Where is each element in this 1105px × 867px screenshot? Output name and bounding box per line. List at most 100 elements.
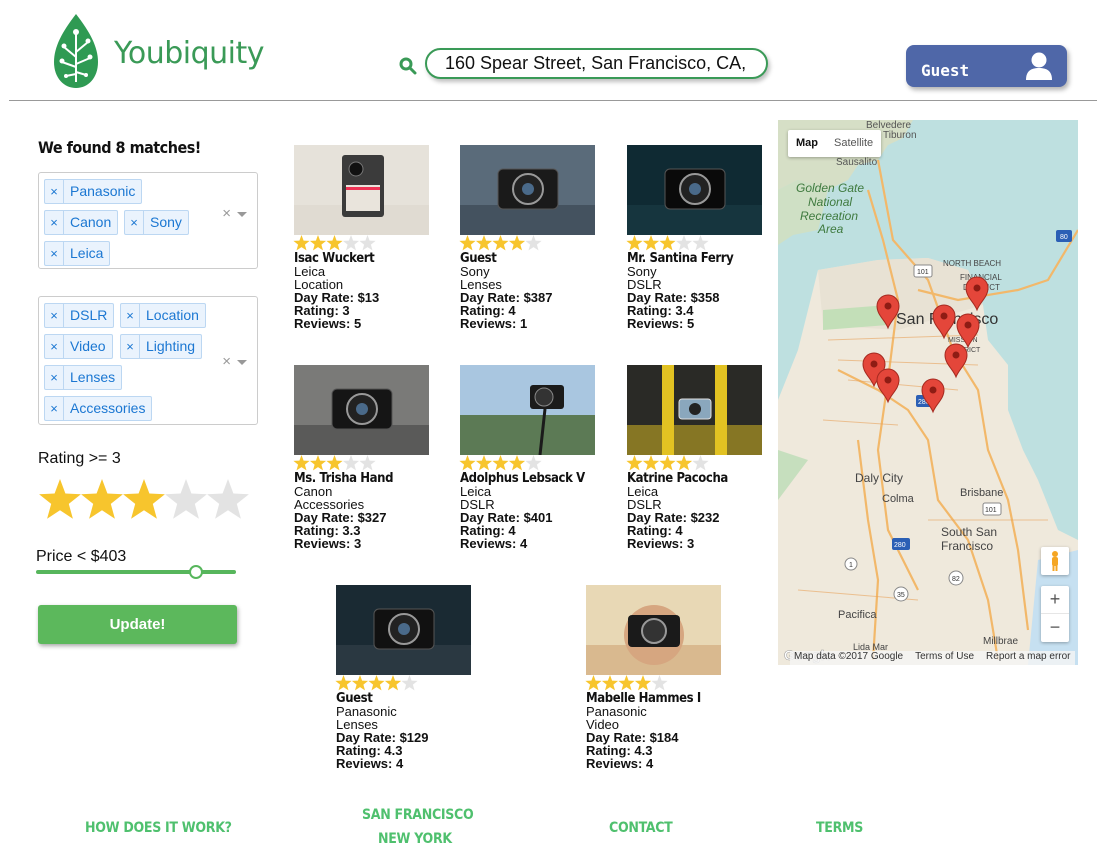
footer-san-francisco-link[interactable]: SAN FRANCISCO (362, 807, 474, 823)
listing-rating-stars (459, 235, 542, 251)
footer-how-it-works-link[interactable]: HOW DOES IT WORK? (85, 820, 232, 836)
listing-photo[interactable] (627, 365, 762, 455)
price-slider-handle[interactable] (189, 565, 203, 579)
rating-filter-stars[interactable] (38, 478, 250, 524)
star-filled-icon[interactable] (81, 479, 123, 519)
listing-card[interactable]: Ms. Trisha Hand Canon Accessories Day Ra… (293, 365, 434, 550)
star-filled-icon (335, 675, 352, 691)
svg-text:80: 80 (1060, 234, 1068, 241)
category-tag[interactable]: × Lighting (120, 334, 203, 359)
remove-tag-icon[interactable]: × (45, 242, 64, 265)
clear-categories-icon[interactable]: × (222, 353, 231, 370)
star-filled-icon (459, 455, 476, 471)
category-filter-select[interactable]: × DSLR × Location × Video × Lighting × Lenses… (38, 296, 258, 425)
star-filled-icon (492, 455, 509, 471)
brand-tag[interactable]: × Canon (44, 210, 119, 235)
remove-tag-icon[interactable]: × (121, 304, 140, 327)
listing-rating-stars (626, 235, 709, 251)
listing-rating-stars (585, 675, 668, 691)
star-empty-icon (359, 235, 376, 251)
listing-card[interactable]: Adolphus Lebsack V Leica DSLR Day Rate: … (459, 365, 600, 550)
listing-photo[interactable] (586, 585, 721, 675)
listing-card[interactable]: Isac Wuckert Leica Location Day Rate: $1… (293, 145, 434, 330)
map-type-map-button[interactable]: Map (788, 130, 826, 157)
star-filled-icon (326, 235, 343, 251)
map-zoom-controls[interactable]: + − (1041, 586, 1069, 642)
map-pin-dot (940, 312, 948, 320)
star-empty-icon[interactable] (165, 479, 207, 519)
listing-rating-stars (459, 455, 542, 471)
brand-filter-select[interactable]: × Panasonic × Canon × Sony × Leica × (38, 172, 258, 269)
price-slider-track[interactable] (36, 570, 236, 574)
listing-photo[interactable] (336, 585, 471, 675)
map-pin-dot (884, 302, 892, 310)
listing-photo[interactable] (627, 145, 762, 235)
star-empty-icon (359, 455, 376, 471)
zoom-in-button[interactable]: + (1041, 586, 1069, 614)
category-tag[interactable]: × DSLR (44, 303, 115, 328)
remove-tag-icon[interactable]: × (121, 335, 140, 358)
star-filled-icon (293, 235, 310, 251)
category-tag[interactable]: × Video (44, 334, 113, 359)
brand-tag[interactable]: × Panasonic (44, 179, 143, 204)
star-filled-icon (384, 675, 402, 691)
listing-card[interactable]: Mr. Santina Ferry Sony DSLR Day Rate: $3… (626, 145, 767, 330)
search-icon[interactable] (399, 57, 417, 75)
map-report-link[interactable]: Report a map error (986, 651, 1070, 665)
listing-rating-stars (293, 235, 376, 251)
street-view-icon[interactable] (1041, 547, 1069, 575)
star-filled-icon (508, 455, 526, 471)
remove-tag-icon[interactable]: × (45, 304, 64, 327)
listing-card[interactable]: Guest Panasonic Lenses Day Rate: $129 Ra… (335, 585, 476, 770)
listing-rating-stars (626, 455, 709, 471)
listing-photo[interactable] (460, 145, 595, 235)
star-filled-icon[interactable] (123, 479, 165, 519)
footer-contact-link[interactable]: CONTACT (609, 820, 673, 836)
clear-brands-icon[interactable]: × (222, 205, 231, 222)
star-filled-icon (459, 235, 476, 251)
star-filled-icon (618, 675, 635, 691)
map-attribution: Map data ©2017 Google Terms of Use Repor… (790, 651, 1075, 665)
brand-tag[interactable]: × Sony (124, 210, 189, 235)
footer-terms-link[interactable]: TERMS (816, 820, 863, 836)
zoom-out-button[interactable]: − (1041, 614, 1069, 642)
map-pin-dot (870, 360, 878, 368)
remove-tag-icon[interactable]: × (45, 211, 64, 234)
svg-text:82: 82 (952, 576, 960, 583)
location-search-input[interactable] (425, 48, 768, 79)
category-tag[interactable]: × Lenses (44, 365, 123, 390)
update-button[interactable]: Update! (38, 605, 237, 644)
star-empty-icon[interactable] (207, 479, 249, 519)
user-account-button[interactable]: Guest (906, 45, 1067, 87)
remove-tag-icon[interactable]: × (45, 180, 64, 203)
chevron-down-icon[interactable] (237, 360, 247, 365)
svg-text:101: 101 (917, 269, 929, 276)
star-filled-icon (492, 235, 509, 251)
listing-photo[interactable] (294, 145, 429, 235)
listing-card[interactable]: Guest Sony Lenses Day Rate: $387 Rating:… (459, 145, 600, 330)
svg-text:1: 1 (849, 562, 853, 569)
map-type-satellite-button[interactable]: Satellite (826, 130, 881, 157)
chevron-down-icon[interactable] (237, 212, 247, 217)
listing-photo[interactable] (460, 365, 595, 456)
star-filled-icon (585, 675, 602, 691)
listing-photo[interactable] (294, 365, 429, 455)
results-map[interactable]: Belvedere Tiburon Sausalito Golden Gate … (778, 120, 1078, 665)
map-type-toggle[interactable]: Map Satellite (788, 130, 882, 157)
star-filled-icon[interactable] (39, 479, 81, 519)
category-tag[interactable]: × Location (120, 303, 206, 328)
remove-tag-icon[interactable]: × (45, 397, 64, 420)
map-label: Recreation (800, 209, 858, 223)
listing-reviews: Reviews: 4 (460, 536, 528, 551)
category-tag[interactable]: × Accessories (44, 396, 153, 421)
brand-tag[interactable]: × Leica (44, 241, 111, 266)
star-filled-icon (475, 235, 493, 251)
remove-tag-icon[interactable]: × (45, 366, 64, 389)
listing-card[interactable]: Mabelle Hammes I Panasonic Video Day Rat… (585, 585, 726, 770)
remove-tag-icon[interactable]: × (45, 335, 64, 358)
star-filled-icon (626, 455, 643, 471)
footer-new-york-link[interactable]: NEW YORK (378, 831, 452, 847)
remove-tag-icon[interactable]: × (125, 211, 144, 234)
map-terms-link[interactable]: Terms of Use (915, 651, 974, 665)
listing-card[interactable]: Katrine Pacocha Leica DSLR Day Rate: $23… (626, 365, 767, 550)
